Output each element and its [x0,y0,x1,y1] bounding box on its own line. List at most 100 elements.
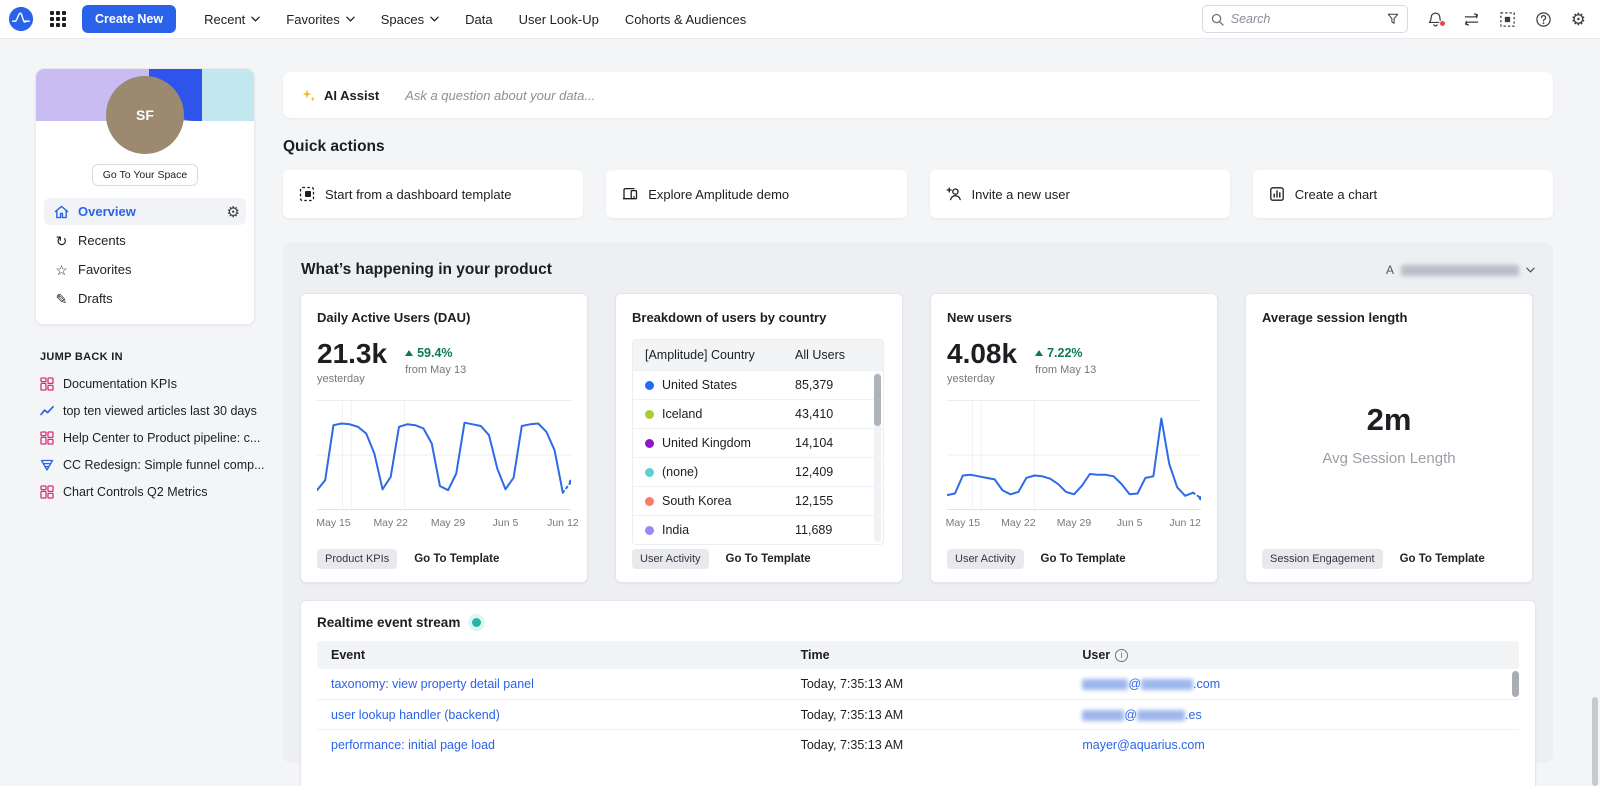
country-tag[interactable]: User Activity [632,549,709,569]
session-tag[interactable]: Session Engagement [1262,549,1383,569]
go-to-your-space-button[interactable]: Go To Your Space [92,164,198,186]
sidebar-item-recents[interactable]: ↻ Recents [44,227,246,254]
project-selector-redacted-text [1401,265,1519,276]
overview-settings-gear-icon[interactable]: ⚙ [227,203,240,221]
sidebar-item-favorites[interactable]: ☆ Favorites [44,256,246,283]
jump-back-in-section: JUMP BACK IN Documentation KPIs top ten … [35,351,255,499]
avatar[interactable]: SF [106,76,184,154]
dashboard-template-icon [299,186,315,202]
jump-back-in-title: JUMP BACK IN [40,351,255,363]
country-row[interactable]: (none) 12,409 [633,457,883,486]
country-row[interactable]: United States 85,379 [633,370,883,399]
event-row: performance: initial page load Today, 7:… [317,729,1519,759]
nav-item-cohorts-audiences[interactable]: Cohorts & Audiences [625,12,746,27]
country-table-scrollbar[interactable] [874,372,881,542]
data-sync-arrows-icon[interactable] [1463,11,1480,28]
new-users-x-axis-labels: May 15May 22May 29Jun 5Jun 12 [947,517,1201,533]
new-users-go-to-template-link[interactable]: Go To Template [1041,553,1126,565]
country-row[interactable]: India 11,689 [633,515,883,544]
search-box[interactable] [1202,5,1408,33]
nav-item-recent[interactable]: Recent [204,12,260,27]
event-link[interactable]: user lookup handler (backend) [331,708,500,722]
chevron-down-icon [346,16,355,22]
notifications-bell-icon[interactable] [1427,11,1444,28]
x-tick-label: Jun 12 [1169,517,1201,529]
nav-item-favorites[interactable]: Favorites [286,12,354,27]
filter-funnel-icon[interactable] [1387,13,1399,25]
start-dashboard-template-card[interactable]: Start from a dashboard template [283,170,583,218]
jump-item-cc-redesign-funnel[interactable]: CC Redesign: Simple funnel comp... [40,458,255,472]
country-go-to-template-link[interactable]: Go To Template [726,553,811,565]
amplitude-home-page: Create New Recent Favorites Spaces Data … [0,0,1600,786]
jump-item-chart-controls-q2[interactable]: Chart Controls Q2 Metrics [40,485,255,499]
dau-value: 21.3k [317,339,387,369]
help-icon[interactable] [1535,11,1552,28]
nav-item-user-look-up[interactable]: User Look-Up [519,12,599,27]
explore-demo-card[interactable]: Explore Amplitude demo [606,170,906,218]
settings-gear-icon[interactable]: ⚙ [1571,11,1586,28]
ai-assist-placeholder: Ask a question about your data... [405,88,595,103]
redacted-email [1141,679,1193,690]
event-time: Today, 7:35:13 AM [801,738,1083,752]
jump-item-top-ten-viewed[interactable]: top ten viewed articles last 30 days [40,404,255,418]
project-selector-prefix: A [1386,263,1394,277]
nav-item-spaces[interactable]: Spaces [381,12,439,27]
search-icon [1211,13,1224,26]
pencil-icon: ✎ [54,292,69,306]
country-col-header: [Amplitude] Country [645,348,795,362]
quick-actions-title: Quick actions [283,138,1553,156]
dau-tag[interactable]: Product KPIs [317,549,397,569]
event-link[interactable]: performance: initial page load [331,738,495,752]
sparkle-icon [301,88,316,103]
session-length-caption: Avg Session Length [1246,450,1532,467]
jump-item-label: CC Redesign: Simple funnel comp... [63,458,264,472]
project-selector-dropdown[interactable]: A [1386,263,1535,277]
user-link[interactable]: mayer@aquarius.com [1082,738,1204,752]
create-new-button[interactable]: Create New [82,5,176,33]
create-chart-card[interactable]: Create a chart [1253,170,1553,218]
sidebar-item-overview[interactable]: Overview ⚙ [44,198,246,225]
invite-user-card[interactable]: Invite a new user [930,170,1230,218]
series-color-dot [645,439,654,448]
dau-go-to-template-link[interactable]: Go To Template [414,553,499,565]
star-icon: ☆ [54,263,69,277]
event-link[interactable]: taxonomy: view property detail panel [331,677,534,691]
apps-grid-icon[interactable] [48,9,68,29]
dashboard-icon [40,377,54,391]
x-tick-label: May 22 [1001,517,1035,529]
country-row[interactable]: South Korea 12,155 [633,486,883,515]
selection-frame-icon[interactable] [1499,11,1516,28]
sidebar-item-drafts[interactable]: ✎ Drafts [44,285,246,312]
nav-item-data[interactable]: Data [465,12,492,27]
series-color-dot [645,381,654,390]
country-row[interactable]: Iceland 43,410 [633,399,883,428]
sidebar-item-label: Overview [78,204,136,219]
series-color-dot [645,497,654,506]
new-users-delta: 7.22% [1035,346,1096,360]
new-users-tag[interactable]: User Activity [947,549,1024,569]
new-users-line-chart[interactable] [947,399,1201,511]
nav-label: User Look-Up [519,12,599,27]
event-stream-table: Event Time User i taxonomy: view propert… [317,641,1519,759]
x-tick-label: May 15 [946,517,980,529]
event-table-scrollbar[interactable] [1512,671,1519,786]
country-row[interactable]: United Kingdom 14,104 [633,428,883,457]
profile-card: SF Go To Your Space Overview ⚙ ↻ Recents… [35,68,255,325]
new-users-value: 4.08k [947,339,1017,369]
quick-actions-row: Start from a dashboard template Explore … [283,170,1553,218]
search-input[interactable] [1231,12,1380,26]
jump-item-documentation-kpis[interactable]: Documentation KPIs [40,377,255,391]
ai-assist-bar[interactable]: AI Assist Ask a question about your data… [283,72,1553,118]
page-scrollbar[interactable] [1592,697,1598,786]
user-link[interactable]: @.es [1082,708,1201,722]
dau-card-title: Daily Active Users (DAU) [317,310,571,325]
user-link[interactable]: @.com [1082,677,1220,691]
amplitude-logo-icon[interactable] [8,6,34,32]
info-icon[interactable]: i [1115,649,1128,662]
new-users-card: New users 4.08k yesterday 7.22% from May… [930,293,1218,583]
series-color-dot [645,526,654,535]
jump-item-help-center-pipeline[interactable]: Help Center to Product pipeline: c... [40,431,255,445]
series-color-dot [645,468,654,477]
session-go-to-template-link[interactable]: Go To Template [1400,553,1485,565]
dau-line-chart[interactable] [317,399,571,511]
